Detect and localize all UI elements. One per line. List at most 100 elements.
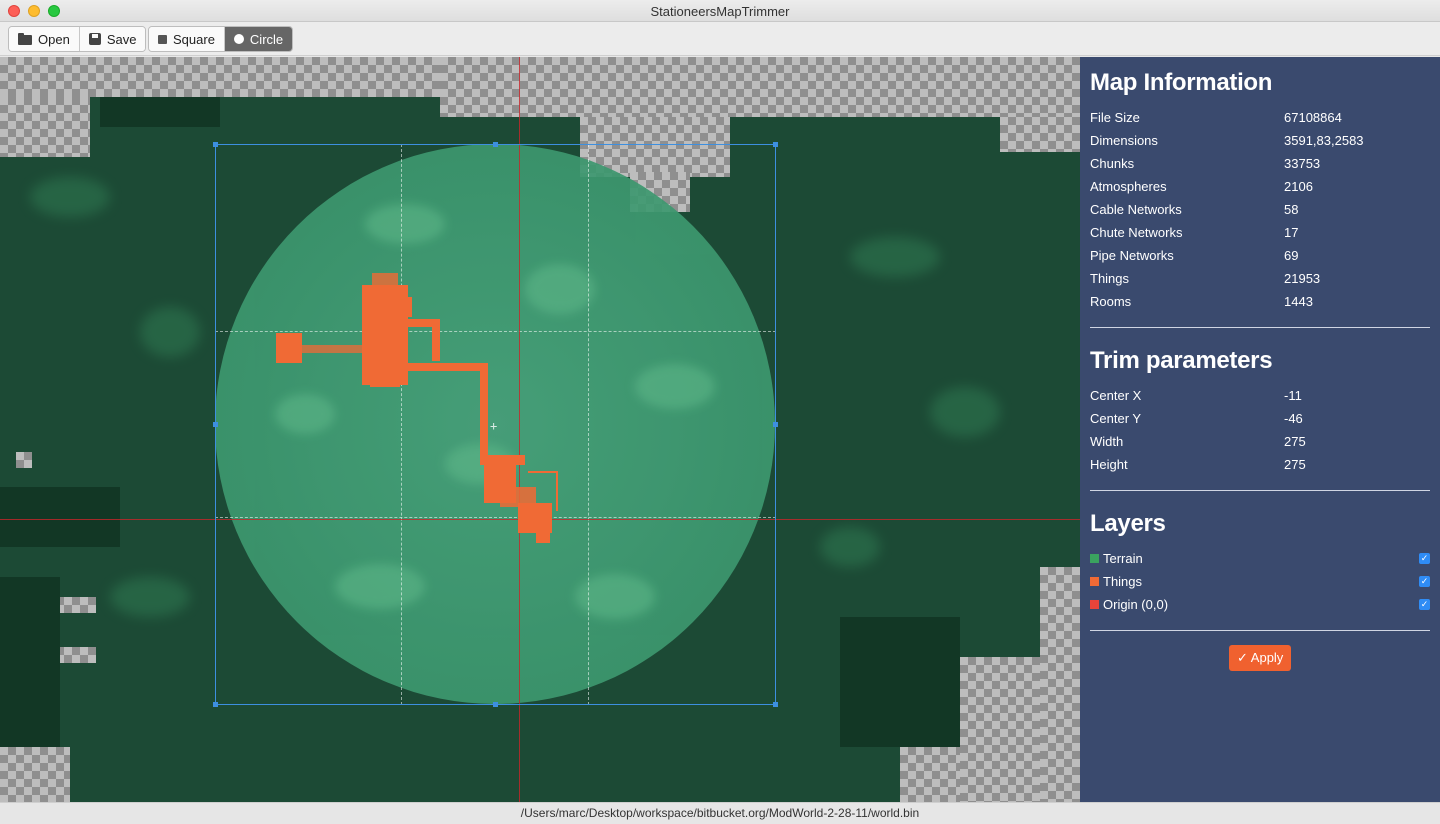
trim-param-value: 275 <box>1284 434 1306 449</box>
circle-button-label: Circle <box>249 31 284 47</box>
terrain-block <box>0 487 120 547</box>
layer-visibility-checkbox[interactable]: ✓ <box>1419 599 1430 610</box>
map-info-row: Things 21953 <box>1090 271 1430 291</box>
map-info-value: 17 <box>1284 225 1299 240</box>
layer-color-swatch <box>1090 600 1099 609</box>
circle-icon <box>233 34 244 44</box>
map-info-label: File Size <box>1090 110 1140 125</box>
map-info-label: Chute Networks <box>1090 225 1183 240</box>
empty-area <box>1000 117 1080 152</box>
save-button[interactable]: Save <box>78 27 146 51</box>
layer-label: Origin (0,0) <box>1103 597 1169 612</box>
map-info-label: Cable Networks <box>1090 202 1182 217</box>
terrain-patch <box>110 577 190 617</box>
terrain-patch <box>930 387 1000 437</box>
map-info-label: Dimensions <box>1090 133 1158 148</box>
title-bar: StationeersMapTrimmer <box>0 0 1440 22</box>
layer-color-swatch <box>1090 554 1099 563</box>
file-button-group: Open Save <box>8 26 147 52</box>
trim-param-value: -46 <box>1284 411 1303 426</box>
resize-handle-bottom-left[interactable] <box>213 702 218 707</box>
toolbar: Open Save Square Circle <box>0 22 1440 56</box>
map-info-title: Map Information <box>1090 69 1273 96</box>
resize-handle-top[interactable] <box>493 142 498 147</box>
trim-param-row: Height 275 <box>1090 457 1430 477</box>
map-info-row: Chute Networks 17 <box>1090 225 1430 245</box>
terrain-patch <box>850 237 940 277</box>
layers-title: Layers <box>1090 510 1166 537</box>
empty-area <box>440 57 1080 117</box>
terrain-patch <box>140 307 200 357</box>
section-divider <box>1090 490 1430 491</box>
layer-item[interactable]: Things ✓ <box>1090 574 1430 594</box>
layer-visibility-checkbox[interactable]: ✓ <box>1419 576 1430 587</box>
shape-button-group: Square Circle <box>148 26 294 52</box>
empty-area <box>16 452 32 468</box>
map-info-label: Pipe Networks <box>1090 248 1174 263</box>
map-info-value: 58 <box>1284 202 1299 217</box>
resize-handle-bottom[interactable] <box>493 702 498 707</box>
layer-visibility-checkbox[interactable]: ✓ <box>1419 553 1430 564</box>
terrain-block <box>100 97 220 127</box>
open-button[interactable]: Open <box>9 27 79 51</box>
map-info-row: Cable Networks 58 <box>1090 202 1430 222</box>
info-panel: Map Information File Size 67108864 Dimensi… <box>1080 57 1440 802</box>
trim-params-title: Trim parameters <box>1090 347 1273 374</box>
trim-param-label: Center X <box>1090 388 1142 403</box>
square-icon <box>158 34 167 44</box>
empty-area <box>960 657 1040 802</box>
layer-item[interactable]: Origin (0,0) ✓ <box>1090 597 1430 617</box>
trim-param-value: 275 <box>1284 457 1306 472</box>
map-canvas[interactable]: + <box>0 57 1080 802</box>
map-info-row: Dimensions 3591,83,2583 <box>1090 133 1430 153</box>
file-path: /Users/marc/Desktop/workspace/bitbucket.… <box>520 806 920 820</box>
trim-param-value: -11 <box>1284 388 1302 403</box>
map-info-label: Chunks <box>1090 156 1135 171</box>
trim-param-row: Center Y -46 <box>1090 411 1430 431</box>
layer-item[interactable]: Terrain ✓ <box>1090 551 1430 571</box>
folder-icon <box>18 32 32 46</box>
empty-area <box>900 747 960 802</box>
empty-area <box>1040 567 1080 802</box>
resize-handle-left[interactable] <box>213 422 218 427</box>
resize-handle-top-left[interactable] <box>213 142 218 147</box>
map-info-label: Things <box>1090 271 1130 286</box>
square-button-label: Square <box>173 31 215 47</box>
apply-button[interactable]: ✓ Apply <box>1229 645 1292 671</box>
layer-color-swatch <box>1090 577 1099 586</box>
map-info-value: 67108864 <box>1284 110 1342 125</box>
window-title: StationeersMapTrimmer <box>650 4 790 19</box>
save-button-label: Save <box>106 31 137 47</box>
map-info-row: Pipe Networks 69 <box>1090 248 1430 268</box>
map-info-value: 3591,83,2583 <box>1284 133 1364 148</box>
section-divider <box>1090 630 1430 631</box>
center-crosshair-icon: + <box>490 419 498 433</box>
map-info-value: 1443 <box>1284 294 1313 309</box>
layer-label: Things <box>1103 574 1143 589</box>
empty-area <box>0 57 440 97</box>
resize-handle-bottom-right[interactable] <box>773 702 778 707</box>
map-info-label: Rooms <box>1090 294 1132 309</box>
map-info-row: Atmospheres 2106 <box>1090 179 1430 199</box>
terrain-patch <box>30 177 110 217</box>
map-info-row: File Size 67108864 <box>1090 110 1430 130</box>
resize-handle-top-right[interactable] <box>773 142 778 147</box>
terrain-block <box>0 577 60 747</box>
map-info-label: Atmospheres <box>1090 179 1167 194</box>
trim-param-row: Center X -11 <box>1090 388 1430 408</box>
square-shape-button[interactable]: Square <box>149 27 224 51</box>
map-info-value: 21953 <box>1284 271 1321 286</box>
map-info-value: 33753 <box>1284 156 1321 171</box>
trim-param-row: Width 275 <box>1090 434 1430 454</box>
trim-param-label: Height <box>1090 457 1128 472</box>
resize-handle-right[interactable] <box>773 422 778 427</box>
map-info-value: 2106 <box>1284 179 1313 194</box>
circle-shape-button[interactable]: Circle <box>223 27 293 51</box>
map-info-value: 69 <box>1284 248 1299 263</box>
status-bar: /Users/marc/Desktop/workspace/bitbucket.… <box>0 802 1440 824</box>
terrain-block <box>840 617 960 747</box>
terrain-patch <box>820 527 880 567</box>
trim-param-label: Center Y <box>1090 411 1142 426</box>
section-divider <box>1090 327 1430 328</box>
open-button-label: Open <box>38 31 70 47</box>
